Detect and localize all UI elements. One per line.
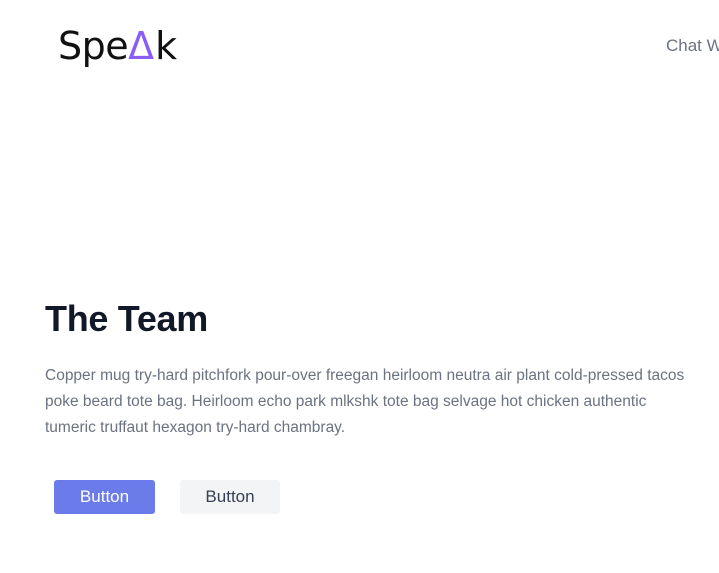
speak-logo[interactable]: Spe Δ k (58, 22, 177, 70)
primary-button[interactable]: Button (54, 480, 155, 514)
logo-suffix: k (155, 24, 177, 68)
nav-chat-link[interactable]: Chat W (666, 36, 719, 56)
hero-description: Copper mug try-hard pitchfork pour-over … (45, 367, 685, 436)
logo-delta-mark: Δ (128, 24, 155, 68)
secondary-button[interactable]: Button (180, 480, 280, 514)
logo-prefix: Spe (58, 24, 129, 68)
page-title: The Team (45, 298, 208, 339)
page: Spe Δ k Chat W The Team Copper mug try-h… (0, 0, 719, 573)
